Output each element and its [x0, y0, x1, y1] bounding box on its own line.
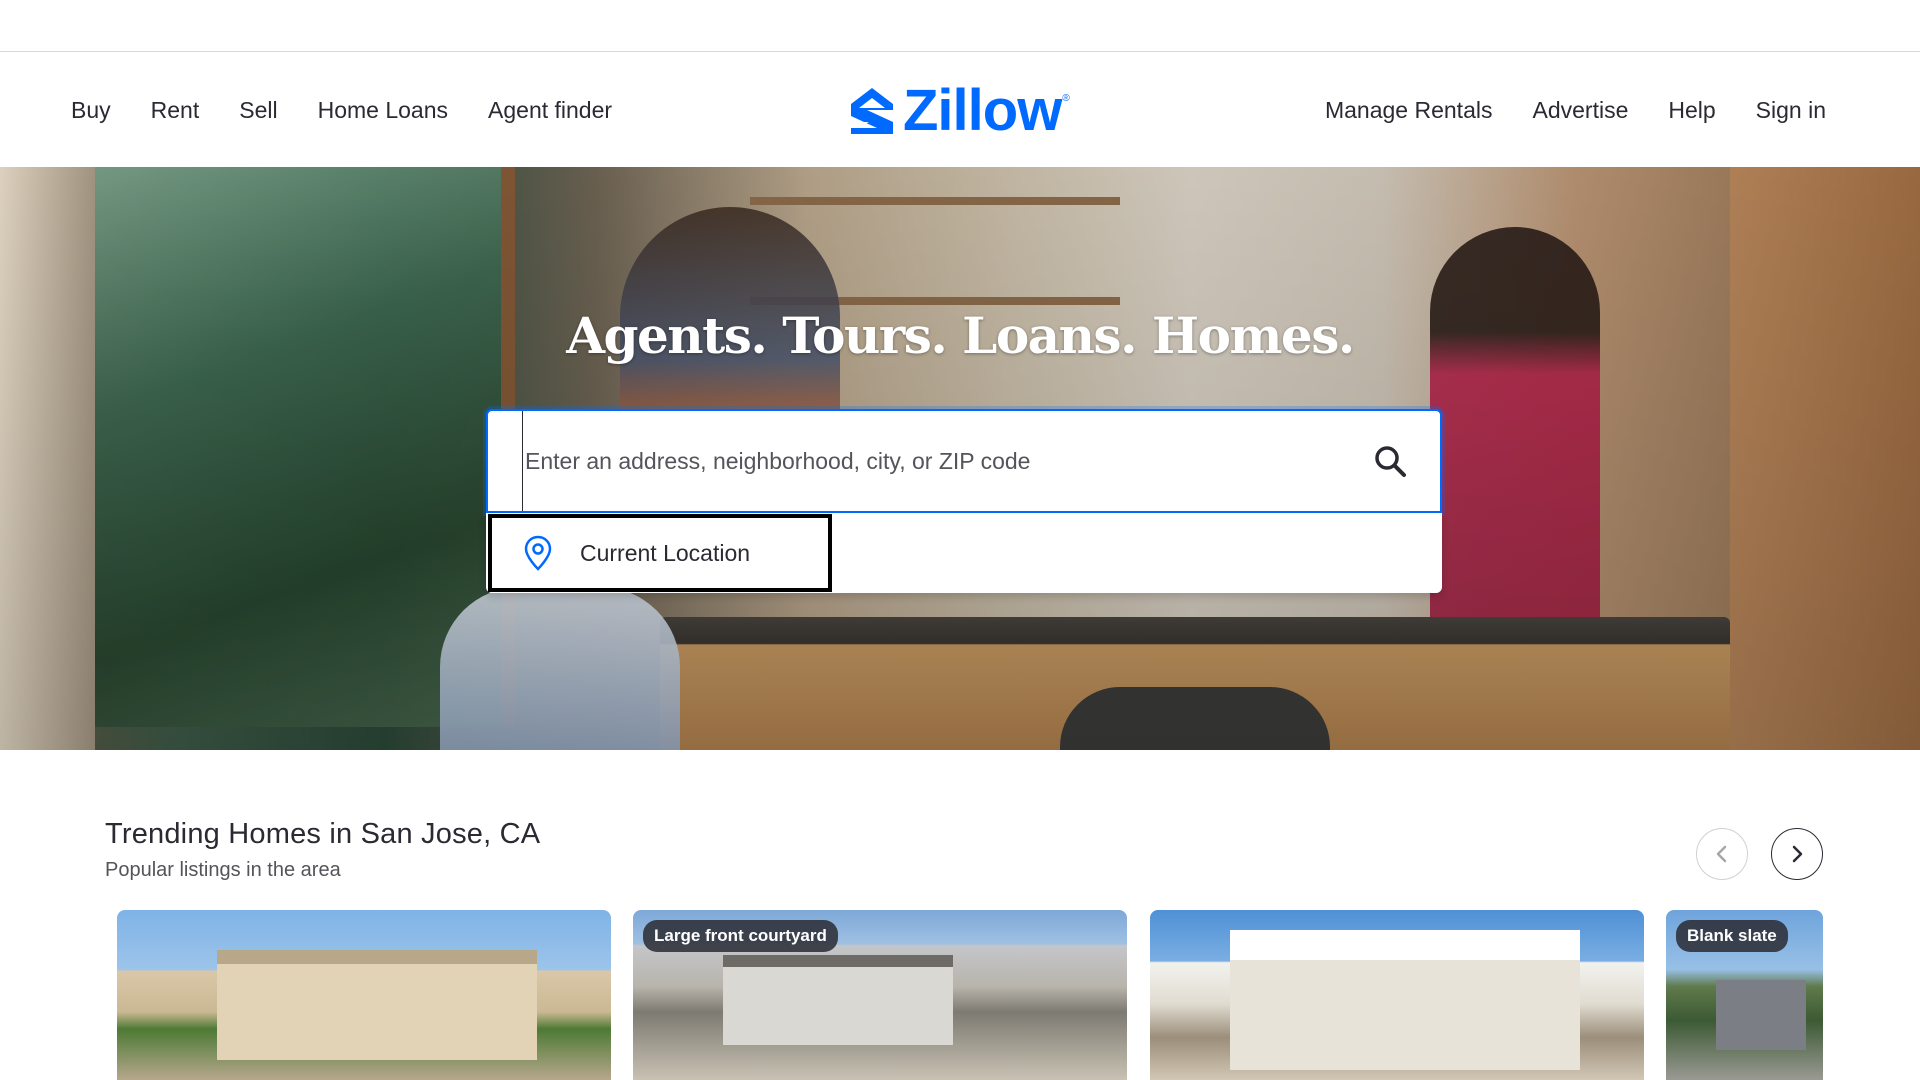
primary-nav: Buy Rent Sell Home Loans Agent finder: [71, 53, 652, 167]
logo-wordmark: Zillow: [903, 78, 1062, 143]
secondary-nav: Manage Rentals Advertise Help Sign in: [1285, 53, 1826, 167]
chevron-left-icon: [1716, 845, 1727, 863]
logo-registered-mark: ®: [1062, 93, 1070, 104]
hero-title: Agents. Tours. Loans. Homes.: [566, 306, 1355, 365]
trending-subtitle: Popular listings in the area: [105, 859, 341, 881]
search-suggestions-dropdown: Current Location: [486, 513, 1442, 593]
site-header: Buy Rent Sell Home Loans Agent finder Zi…: [0, 53, 1920, 167]
trending-title: Trending Homes in San Jose, CA: [105, 818, 541, 850]
carousel-prev-button[interactable]: [1696, 828, 1748, 880]
search-input[interactable]: [522, 411, 1342, 511]
listing-cards-carousel: Large front courtyard Blank slate: [117, 910, 1823, 1080]
zillow-logo-icon: [851, 88, 893, 134]
search-icon[interactable]: [1372, 443, 1408, 479]
listing-tag: Blank slate: [1676, 920, 1788, 952]
nav-manage-rentals[interactable]: Manage Rentals: [1325, 97, 1493, 124]
nav-agent-finder[interactable]: Agent finder: [488, 97, 612, 124]
nav-sign-in[interactable]: Sign in: [1756, 97, 1826, 124]
listing-card[interactable]: Large front courtyard: [633, 910, 1127, 1080]
nav-rent[interactable]: Rent: [151, 97, 200, 124]
trending-homes-section: Trending Homes in San Jose, CA Popular l…: [105, 818, 540, 882]
nav-advertise[interactable]: Advertise: [1532, 97, 1628, 124]
current-location-label: Current Location: [580, 539, 751, 566]
current-location-option[interactable]: Current Location: [488, 514, 832, 592]
listing-photo-house: [1716, 980, 1806, 1050]
listing-card[interactable]: [117, 910, 611, 1080]
listing-photo-house: [217, 950, 537, 1060]
listing-photo-house: [723, 955, 953, 1045]
nav-sell[interactable]: Sell: [239, 97, 277, 124]
listing-card[interactable]: [1150, 910, 1644, 1080]
nav-buy[interactable]: Buy: [71, 97, 111, 124]
browser-top-strip: [0, 0, 1920, 52]
zillow-logo[interactable]: Zillow ®: [849, 78, 1070, 143]
nav-home-loans[interactable]: Home Loans: [318, 97, 448, 124]
nav-help[interactable]: Help: [1668, 97, 1715, 124]
chevron-right-icon: [1792, 845, 1803, 863]
listing-tag: Large front courtyard: [643, 920, 838, 952]
location-pin-icon: [524, 535, 552, 571]
search-box: [486, 409, 1442, 513]
listing-card[interactable]: Blank slate: [1666, 910, 1823, 1080]
carousel-next-button[interactable]: [1771, 828, 1823, 880]
listing-photo-house: [1230, 930, 1580, 1070]
